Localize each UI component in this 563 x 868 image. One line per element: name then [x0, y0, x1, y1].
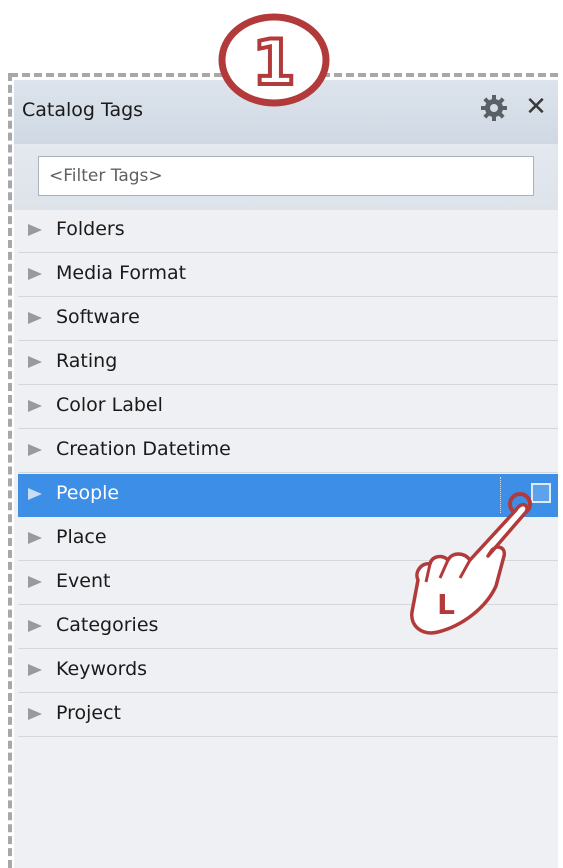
- tag-label: Project: [56, 702, 122, 724]
- tag-label: Media Format: [56, 262, 187, 284]
- step-number-badge: 1: [218, 13, 330, 107]
- expand-arrow-icon[interactable]: [28, 532, 42, 544]
- tag-item-keywords[interactable]: Keywords: [18, 650, 558, 693]
- dashed-frame-left: [8, 73, 12, 868]
- expand-arrow-icon[interactable]: [28, 444, 42, 456]
- tag-item-project[interactable]: Project: [18, 694, 558, 737]
- tag-item-creation-datetime[interactable]: Creation Datetime: [18, 430, 558, 473]
- click-hint-text: L: [437, 588, 455, 621]
- tag-label: Folders: [56, 218, 125, 240]
- expand-arrow-icon[interactable]: [28, 620, 42, 632]
- expand-arrow-icon[interactable]: [28, 400, 42, 412]
- tag-item-color-label[interactable]: Color Label: [18, 386, 558, 429]
- tag-label: Keywords: [56, 658, 148, 680]
- pointing-hand-icon: L: [410, 492, 532, 635]
- filter-bar: [14, 144, 558, 210]
- expand-arrow-icon[interactable]: [28, 356, 42, 368]
- tag-label: Color Label: [56, 394, 163, 416]
- panel-title: Catalog Tags: [22, 99, 144, 121]
- tag-label: Place: [56, 526, 107, 548]
- filter-tags-input[interactable]: [38, 156, 534, 196]
- tag-label: Event: [56, 570, 111, 592]
- tag-item-folders[interactable]: Folders: [18, 210, 558, 253]
- catalog-tags-panel: Catalog Tags ✕ Folders M: [14, 80, 558, 868]
- tag-item-software[interactable]: Software: [18, 298, 558, 341]
- expand-arrow-icon[interactable]: [28, 708, 42, 720]
- tag-item-rating[interactable]: Rating: [18, 342, 558, 385]
- tag-item-media-format[interactable]: Media Format: [18, 254, 558, 297]
- tag-label: Rating: [56, 350, 118, 372]
- expand-arrow-icon[interactable]: [28, 312, 42, 324]
- tag-label: Categories: [56, 614, 159, 636]
- expand-arrow-icon[interactable]: [28, 576, 42, 588]
- close-icon[interactable]: ✕: [524, 93, 548, 121]
- step-number-text: 1: [252, 26, 295, 99]
- tag-label: People: [56, 482, 120, 504]
- expand-arrow-icon[interactable]: [28, 268, 42, 280]
- tag-label: Software: [56, 306, 140, 328]
- expand-arrow-icon[interactable]: [28, 488, 42, 500]
- expand-arrow-icon[interactable]: [28, 224, 42, 236]
- gear-icon[interactable]: [480, 94, 508, 122]
- expand-arrow-icon[interactable]: [28, 664, 42, 676]
- tag-label: Creation Datetime: [56, 438, 231, 460]
